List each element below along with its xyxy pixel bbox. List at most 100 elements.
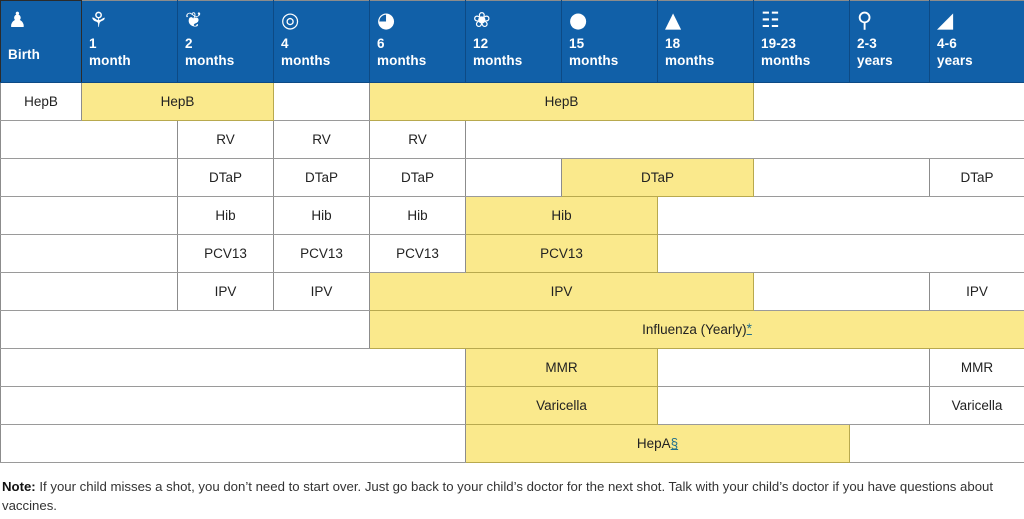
schedule-cell-empty	[0, 120, 178, 159]
schedule-cell-empty	[0, 348, 466, 387]
schedule-cell-empty	[753, 82, 1024, 121]
schedule-body: HepB HepB HepB RV RV RV DTaP DTaP DTaP DTaP DTaP Hi…	[0, 82, 1024, 463]
age-column-header-12-months: ❀ 12 months	[465, 0, 562, 83]
vaccine-label: DTaP	[960, 170, 994, 185]
note-text: If your child misses a shot, you don’t n…	[2, 479, 994, 513]
schedule-cell-hib-3: Hib	[369, 196, 466, 235]
schedule-cell-empty	[657, 386, 930, 425]
vaccine-label: DTaP	[304, 170, 338, 185]
schedule-cell-dtap-5: DTaP	[561, 158, 754, 197]
stacking-rings-toy-icon: ▲	[665, 8, 682, 32]
age-column-header-birth: ♟ Birth	[0, 0, 82, 83]
vaccine-label: PCV13	[396, 246, 439, 261]
schedule-cell-hepb-3: HepB	[369, 82, 754, 121]
vaccine-label: DTaP	[400, 170, 434, 185]
schedule-cell-empty	[0, 234, 178, 273]
vaccine-label: RV	[408, 132, 427, 147]
age-column-header-2-3-years: ⚲ 2-3 years	[849, 0, 930, 83]
age-column-header-4-6-years: ◢ 4-6 years	[929, 0, 1024, 83]
footnote-marker-section[interactable]: §	[671, 436, 679, 451]
schedule-cell-mmr-1: MMR	[465, 348, 658, 387]
vaccine-label: IPV	[550, 284, 573, 299]
vaccine-label: PCV13	[300, 246, 343, 261]
vaccine-label: RV	[312, 132, 331, 147]
backpack-icon: ◢	[937, 8, 954, 32]
age-column-label: 15 months	[569, 36, 619, 68]
vaccine-label: PCV13	[204, 246, 247, 261]
schedule-cell-dtap-3: DTaP	[369, 158, 466, 197]
vaccine-label: RV	[216, 132, 235, 147]
schedule-cell-empty	[657, 196, 1024, 235]
age-column-header-row: ♟ Birth ⚘ 1 month ❦ 2 months ◎ 4 months ◕ 6 month…	[0, 0, 1024, 83]
schedule-cell-hepb-0: HepB	[0, 82, 82, 121]
schedule-cell-empty	[0, 272, 178, 311]
schedule-cell-empty	[0, 196, 178, 235]
vaccine-row-hepa: HepA§	[0, 424, 1024, 463]
schedule-cell-varicella-3: Varicella	[929, 386, 1024, 425]
age-column-label: 4-6 years	[937, 36, 973, 68]
vaccine-label: Influenza (Yearly)	[642, 322, 747, 337]
vaccine-row-mmr: MMR MMR	[0, 348, 1024, 387]
vaccine-label: IPV	[966, 284, 988, 299]
schedule-cell-empty	[0, 386, 466, 425]
bib-icon: ◕	[377, 8, 396, 32]
age-column-label: 19-23 months	[761, 36, 811, 68]
vaccine-row-rv: RV RV RV	[0, 120, 1024, 159]
schedule-cell-empty	[753, 272, 930, 311]
age-column-header-6-months: ◕ 6 months	[369, 0, 466, 83]
immunization-schedule: ♟ Birth ⚘ 1 month ❦ 2 months ◎ 4 months ◕ 6 month…	[0, 0, 1024, 519]
rattle-icon: ⚘	[89, 8, 108, 32]
vaccine-label: DTaP	[640, 170, 674, 185]
vaccine-label: Varicella	[951, 398, 1003, 413]
schedule-note: Note: If your child misses a shot, you d…	[2, 477, 1014, 515]
schedule-cell-empty	[273, 82, 370, 121]
vaccine-label: Hib	[311, 208, 332, 223]
vaccine-row-hepb: HepB HepB HepB	[0, 82, 1024, 121]
schedule-cell-influenza-1: Influenza (Yearly)*	[369, 310, 1024, 349]
schedule-cell-empty	[0, 424, 466, 463]
age-column-label: 18 months	[665, 36, 715, 68]
vaccine-label: MMR	[960, 360, 994, 375]
schedule-cell-empty	[657, 348, 930, 387]
vaccine-row-dtap: DTaP DTaP DTaP DTaP DTaP	[0, 158, 1024, 197]
bicycle-icon: ⚲	[857, 8, 873, 32]
vaccine-label: HepB	[160, 94, 195, 109]
note-label: Note:	[2, 479, 36, 494]
schedule-cell-ipv-2: IPV	[273, 272, 370, 311]
schedule-cell-hib-1: Hib	[177, 196, 274, 235]
vaccine-label: PCV13	[540, 246, 583, 261]
vaccine-label: HepA	[636, 436, 671, 451]
schedule-cell-dtap-2: DTaP	[273, 158, 370, 197]
vaccine-label: Hib	[407, 208, 428, 223]
schedule-cell-ipv-3: IPV	[369, 272, 754, 311]
baby-bottle-icon: ❀	[473, 8, 491, 32]
teething-rings-icon: ◎	[281, 8, 300, 32]
vaccine-label: IPV	[310, 284, 333, 299]
age-column-header-15-months: ● 15 months	[561, 0, 658, 83]
schedule-cell-dtap-7: DTaP	[929, 158, 1024, 197]
schedule-cell-mmr-3: MMR	[929, 348, 1024, 387]
stroller-icon: ♟	[8, 8, 27, 32]
vaccine-label: Varicella	[536, 398, 587, 413]
age-column-label: 12 months	[473, 36, 523, 68]
schedule-cell-ipv-1: IPV	[177, 272, 274, 311]
age-column-header-1-month: ⚘ 1 month	[81, 0, 178, 83]
schedule-cell-empty	[657, 234, 1024, 273]
age-column-label: Birth	[8, 47, 40, 62]
age-column-label: 2-3 years	[857, 36, 893, 68]
schedule-cell-hepb-1: HepB	[81, 82, 274, 121]
vaccine-label: HepB	[544, 94, 579, 109]
schedule-cell-empty	[0, 310, 370, 349]
vaccine-label: IPV	[214, 284, 237, 299]
age-column-label: 4 months	[281, 36, 331, 68]
beach-ball-icon: ●	[569, 8, 588, 32]
vaccine-label: Hib	[551, 208, 572, 223]
footnote-marker-asterisk[interactable]: *	[747, 321, 752, 336]
schedule-cell-rv-1: RV	[177, 120, 274, 159]
vaccine-row-influenza: Influenza (Yearly)*	[0, 310, 1024, 349]
schedule-cell-dtap-1: DTaP	[177, 158, 274, 197]
schedule-cell-rv-3: RV	[369, 120, 466, 159]
schedule-cell-hib-2: Hib	[273, 196, 370, 235]
schedule-cell-pcv13-1: PCV13	[177, 234, 274, 273]
schedule-cell-hib-4: Hib	[465, 196, 658, 235]
